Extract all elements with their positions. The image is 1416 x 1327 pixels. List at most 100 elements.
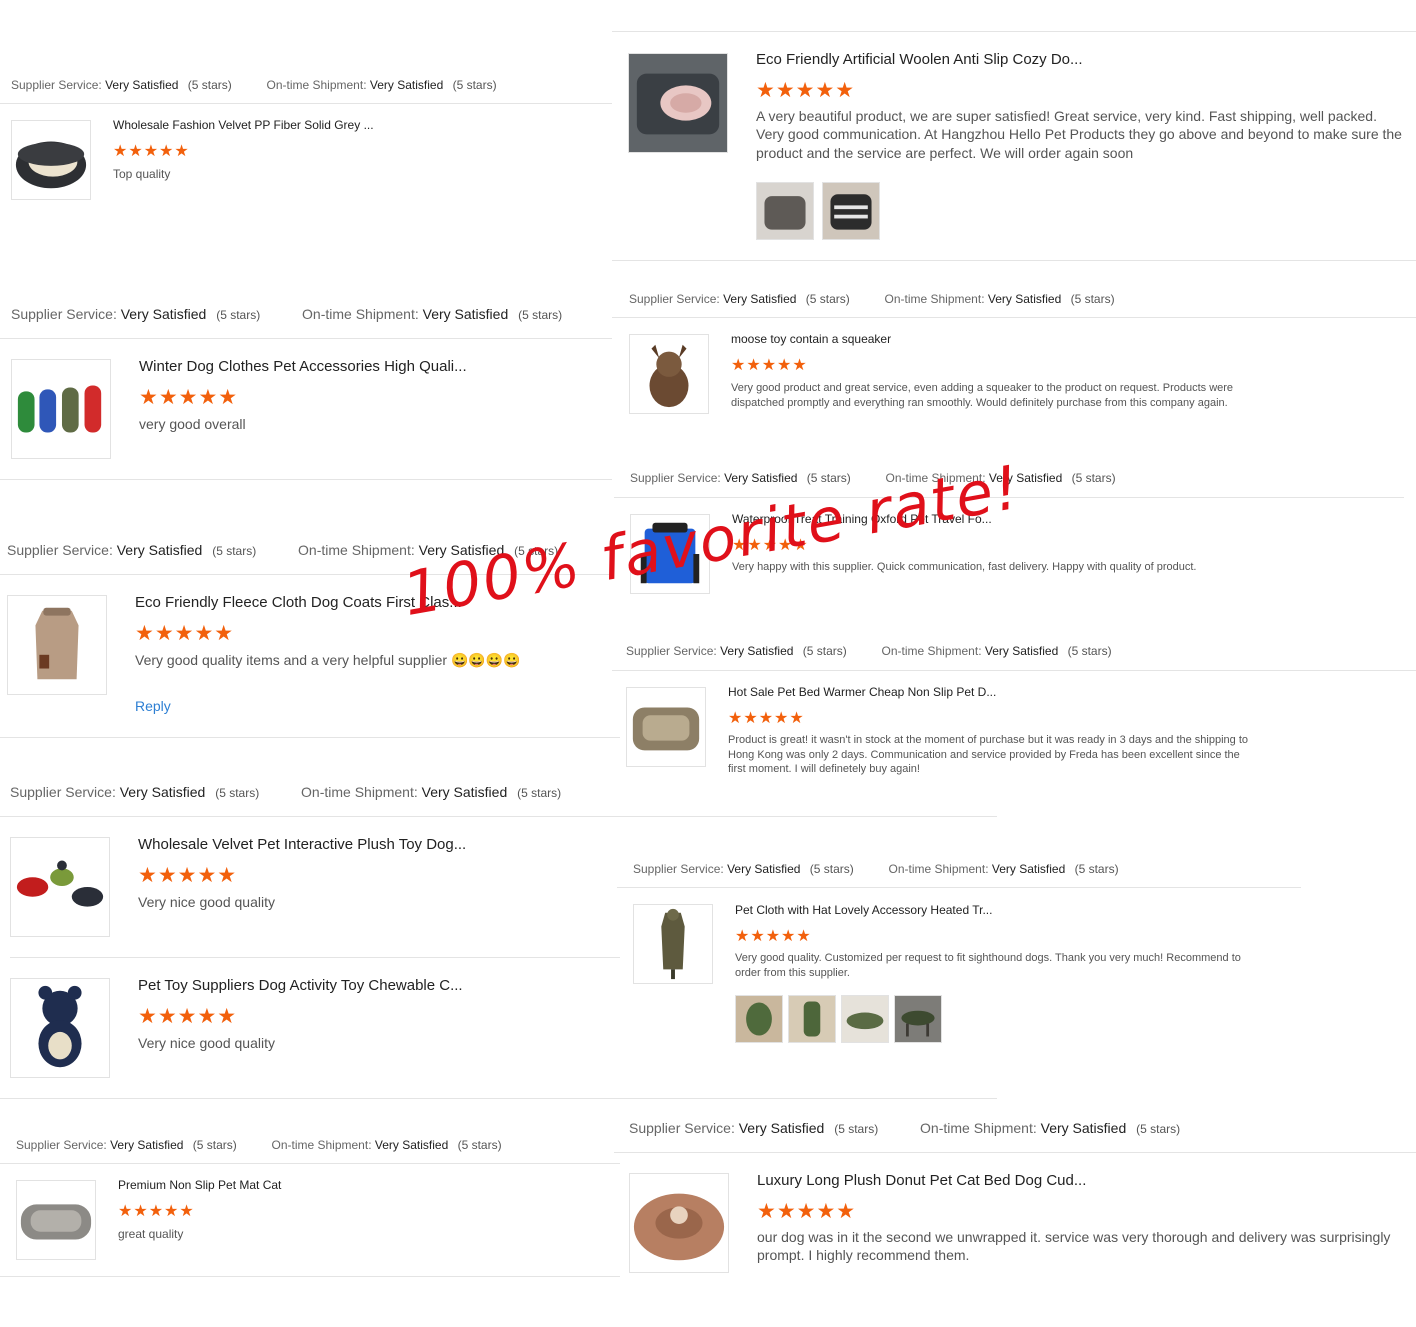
divider xyxy=(0,1098,997,1099)
product-thumbnail[interactable] xyxy=(16,1180,96,1260)
divider xyxy=(0,103,612,104)
ontime-shipment-stars: (5 stars) xyxy=(452,78,497,92)
divider xyxy=(0,1163,620,1164)
supplier-service-stars: (5 stars) xyxy=(192,1138,237,1152)
star-rating: ★★★★★ xyxy=(735,928,812,945)
review-text: Very good quality. Customized per reques… xyxy=(735,952,1241,979)
reply-link[interactable]: Reply xyxy=(135,698,171,714)
review-photo[interactable] xyxy=(756,182,814,240)
ontime-shipment-label: On-time Shipment: xyxy=(888,862,989,876)
ontime-shipment-value: Very Satisfied xyxy=(422,306,509,322)
star-rating: ★★★★★ xyxy=(757,1200,857,1223)
supplier-service-value: Very Satisfied xyxy=(720,644,794,658)
supplier-service-value: Very Satisfied xyxy=(119,784,206,800)
rating-summary: Supplier Service: Very Satisfied (5 star… xyxy=(629,292,1115,306)
product-title[interactable]: Wholesale Fashion Velvet PP Fiber Solid … xyxy=(113,118,374,132)
review-photo[interactable] xyxy=(841,995,889,1043)
product-thumbnail[interactable] xyxy=(7,595,107,695)
product-thumbnail[interactable] xyxy=(10,978,110,1078)
divider xyxy=(0,338,612,339)
hooded-coat-icon xyxy=(661,908,685,980)
review-text: our dog was in it the second we unwrappe… xyxy=(757,1229,1391,1264)
ontime-shipment-stars: (5 stars) xyxy=(518,308,563,322)
pet-bed-photo-icon xyxy=(823,183,879,239)
pet-mat-icon xyxy=(20,1204,92,1240)
pet-bed-icon xyxy=(15,141,87,189)
ontime-shipment-label: On-time Shipment: xyxy=(884,292,985,306)
review-photo[interactable] xyxy=(822,182,880,240)
supplier-service-value: Very Satisfied xyxy=(105,78,179,92)
product-title[interactable]: Premium Non Slip Pet Mat Cat xyxy=(118,1178,281,1192)
divider xyxy=(614,1152,1416,1153)
rating-summary: Supplier Service: Very Satisfied (5 star… xyxy=(16,1138,502,1152)
ontime-shipment-label: On-time Shipment: xyxy=(302,306,419,322)
divider xyxy=(612,670,1416,671)
review-text: A very beautiful product, we are super s… xyxy=(756,108,1402,161)
product-title[interactable]: Wholesale Velvet Pet Interactive Plush T… xyxy=(138,836,466,853)
ontime-shipment-stars: (5 stars) xyxy=(1071,471,1116,485)
review-text: very good overall xyxy=(139,416,246,432)
coat-photo-icon xyxy=(842,996,888,1042)
rating-summary: Supplier Service: Very Satisfied (5 star… xyxy=(11,306,562,322)
ontime-shipment-value: Very Satisfied xyxy=(421,784,508,800)
supplier-service-stars: (5 stars) xyxy=(834,1122,879,1136)
divider xyxy=(0,1276,620,1277)
review-photo[interactable] xyxy=(894,995,942,1043)
divider xyxy=(612,260,1416,261)
review-text: Very nice good quality xyxy=(138,894,275,910)
review-text: great quality xyxy=(118,1227,184,1241)
rating-summary: Supplier Service: Very Satisfied (5 star… xyxy=(11,78,497,92)
star-rating: ★★★★★ xyxy=(139,386,239,409)
product-thumbnail[interactable] xyxy=(10,837,110,937)
ontime-shipment-stars: (5 stars) xyxy=(517,786,562,800)
ontime-shipment-value: Very Satisfied xyxy=(1040,1120,1127,1136)
dog-coat-icon xyxy=(35,607,79,680)
dog-coats-icon xyxy=(17,385,102,433)
ontime-shipment-value: Very Satisfied xyxy=(374,1138,449,1152)
divider xyxy=(0,737,620,738)
dog-photo-icon xyxy=(895,996,941,1042)
supplier-service-value: Very Satisfied xyxy=(724,471,798,485)
star-rating: ★★★★★ xyxy=(138,864,238,887)
product-thumbnail[interactable] xyxy=(629,1173,729,1273)
supplier-service-stars: (5 stars) xyxy=(809,862,854,876)
product-title[interactable]: Pet Toy Suppliers Dog Activity Toy Chewa… xyxy=(138,977,463,994)
divider xyxy=(10,957,620,958)
ontime-shipment-stars: (5 stars) xyxy=(1074,862,1119,876)
review-text: Very nice good quality xyxy=(138,1035,275,1051)
rating-summary: Supplier Service: Very Satisfied (5 star… xyxy=(10,784,561,800)
product-thumbnail[interactable] xyxy=(626,687,706,767)
coat-photo-icon xyxy=(736,996,782,1042)
product-thumbnail[interactable] xyxy=(628,53,728,153)
product-thumbnail[interactable] xyxy=(629,334,709,414)
divider xyxy=(0,816,997,817)
car-seat-bed-icon xyxy=(629,54,727,152)
product-thumbnail[interactable] xyxy=(11,120,91,200)
review-photo[interactable] xyxy=(735,995,783,1043)
product-title[interactable]: Luxury Long Plush Donut Pet Cat Bed Dog … xyxy=(757,1172,1086,1189)
product-title[interactable]: Pet Cloth with Hat Lovely Accessory Heat… xyxy=(735,903,992,917)
moose-toy-icon xyxy=(649,344,689,408)
product-title[interactable]: Hot Sale Pet Bed Warmer Cheap Non Slip P… xyxy=(728,685,996,699)
supplier-service-label: Supplier Service: xyxy=(11,78,102,92)
supplier-service-value: Very Satisfied xyxy=(116,542,203,558)
donut-bed-icon xyxy=(633,1193,725,1261)
supplier-service-label: Supplier Service: xyxy=(633,862,724,876)
product-title[interactable]: Eco Friendly Artificial Woolen Anti Slip… xyxy=(756,51,1083,68)
rating-summary: Supplier Service: Very Satisfied (5 star… xyxy=(626,644,1112,658)
supplier-service-value: Very Satisfied xyxy=(120,306,207,322)
product-thumbnail[interactable] xyxy=(633,904,713,984)
star-rating: ★★★★★ xyxy=(138,1005,238,1028)
review-photo[interactable] xyxy=(788,995,836,1043)
supplier-service-value: Very Satisfied xyxy=(727,862,801,876)
product-title[interactable]: moose toy contain a squeaker xyxy=(731,332,891,346)
supplier-service-label: Supplier Service: xyxy=(7,542,113,558)
ontime-shipment-value: Very Satisfied xyxy=(369,78,444,92)
product-title[interactable]: Winter Dog Clothes Pet Accessories High … xyxy=(139,358,467,375)
divider xyxy=(612,317,1416,318)
product-thumbnail[interactable] xyxy=(11,359,111,459)
ontime-shipment-label: On-time Shipment: xyxy=(920,1120,1037,1136)
star-rating: ★★★★★ xyxy=(756,79,856,102)
supplier-service-stars: (5 stars) xyxy=(805,292,850,306)
review-text: Very good quality items and a very helpf… xyxy=(135,652,521,668)
